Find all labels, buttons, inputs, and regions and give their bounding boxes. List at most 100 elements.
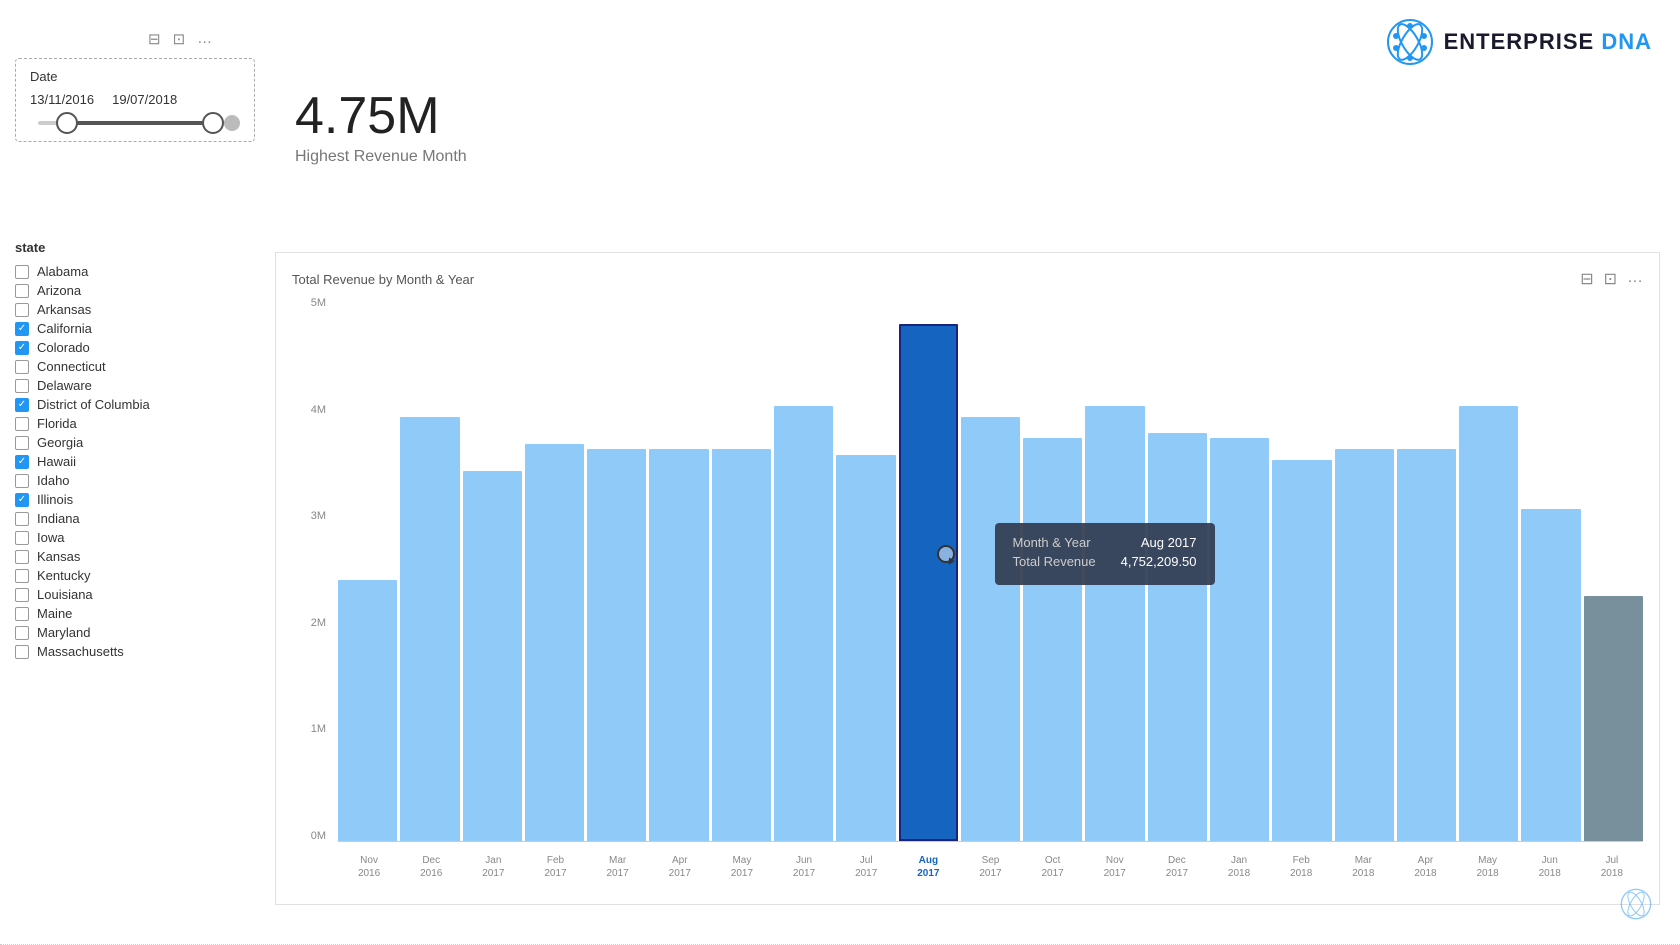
checkbox-maine[interactable] <box>15 607 29 621</box>
bar-group[interactable] <box>1210 297 1269 841</box>
state-item-maryland[interactable]: Maryland <box>15 624 255 641</box>
bar-Jun-2017[interactable] <box>774 406 833 841</box>
chart-title: Total Revenue by Month & Year <box>292 272 474 287</box>
checkbox-indiana[interactable] <box>15 512 29 526</box>
state-item-kentucky[interactable]: Kentucky <box>15 567 255 584</box>
bar-group[interactable] <box>961 297 1020 841</box>
filter-toolbar: ⊟ ⊡ … <box>148 30 212 48</box>
bar-Feb-2018[interactable] <box>1272 460 1331 841</box>
bar-May-2018[interactable] <box>1459 406 1518 841</box>
checkbox-maryland[interactable] <box>15 626 29 640</box>
checkbox-idaho[interactable] <box>15 474 29 488</box>
bar-group[interactable] <box>338 297 397 841</box>
bar-Jun-2018[interactable] <box>1521 509 1580 841</box>
slider-thumb-right[interactable] <box>202 112 224 134</box>
bar-group[interactable] <box>463 297 522 841</box>
slider-thumb-left[interactable] <box>56 112 78 134</box>
state-item-indiana[interactable]: Indiana <box>15 510 255 527</box>
bar-Dec-2017[interactable] <box>1148 433 1207 841</box>
bar-group[interactable] <box>1085 297 1144 841</box>
bar-group[interactable] <box>899 297 958 841</box>
checkbox-iowa[interactable] <box>15 531 29 545</box>
state-item-colorado[interactable]: Colorado <box>15 339 255 356</box>
checkbox-delaware[interactable] <box>15 379 29 393</box>
bar-Nov-2017[interactable] <box>1085 406 1144 841</box>
chart-filter-icon[interactable]: ⊟ <box>1580 269 1593 289</box>
more-icon[interactable]: … <box>197 30 212 48</box>
bar-group[interactable] <box>1148 297 1207 841</box>
bar-Mar-2017[interactable] <box>587 449 646 841</box>
state-item-arkansas[interactable]: Arkansas <box>15 301 255 318</box>
bar-Mar-2018[interactable] <box>1335 449 1394 841</box>
state-item-iowa[interactable]: Iowa <box>15 529 255 546</box>
checkbox-arizona[interactable] <box>15 284 29 298</box>
state-item-massachusetts[interactable]: Massachusetts <box>15 643 255 660</box>
bar-group[interactable] <box>1397 297 1456 841</box>
bar-Sep-2017[interactable] <box>961 417 1020 841</box>
state-item-georgia[interactable]: Georgia <box>15 434 255 451</box>
state-item-maine[interactable]: Maine <box>15 605 255 622</box>
bar-Apr-2018[interactable] <box>1397 449 1456 841</box>
checkbox-district-of-columbia[interactable] <box>15 398 29 412</box>
state-item-louisiana[interactable]: Louisiana <box>15 586 255 603</box>
bar-group[interactable] <box>1459 297 1518 841</box>
state-item-california[interactable]: California <box>15 320 255 337</box>
checkbox-colorado[interactable] <box>15 341 29 355</box>
bar-Jan-2018[interactable] <box>1210 438 1269 841</box>
state-label: Louisiana <box>37 587 93 602</box>
bars-area[interactable] <box>338 297 1643 842</box>
metric-label: Highest Revenue Month <box>295 148 467 166</box>
bar-Jan-2017[interactable] <box>463 471 522 841</box>
bar-group[interactable] <box>525 297 584 841</box>
state-list: Alabama Arizona Arkansas California Colorado… <box>15 263 255 660</box>
bar-May-2017[interactable] <box>712 449 771 841</box>
chart-export-icon[interactable]: ⊡ <box>1604 269 1617 289</box>
state-item-district-of-columbia[interactable]: District of Columbia <box>15 396 255 413</box>
state-item-connecticut[interactable]: Connecticut <box>15 358 255 375</box>
bar-Oct-2017[interactable] <box>1023 438 1082 841</box>
checkbox-illinois[interactable] <box>15 493 29 507</box>
bar-Nov-2016[interactable] <box>338 580 397 841</box>
state-item-idaho[interactable]: Idaho <box>15 472 255 489</box>
bar-Apr-2017[interactable] <box>649 449 708 841</box>
chart-more-icon[interactable]: … <box>1627 269 1643 289</box>
bar-Feb-2017[interactable] <box>525 444 584 841</box>
checkbox-kentucky[interactable] <box>15 569 29 583</box>
checkbox-california[interactable] <box>15 322 29 336</box>
state-item-hawaii[interactable]: Hawaii <box>15 453 255 470</box>
bar-Jul-2017[interactable] <box>836 455 895 841</box>
bar-group[interactable] <box>1272 297 1331 841</box>
date-slider-track[interactable] <box>38 121 232 125</box>
bar-Aug-2017[interactable] <box>899 324 958 841</box>
state-item-illinois[interactable]: Illinois <box>15 491 255 508</box>
state-item-kansas[interactable]: Kansas <box>15 548 255 565</box>
bar-group[interactable] <box>1335 297 1394 841</box>
bar-group[interactable] <box>587 297 646 841</box>
state-item-alabama[interactable]: Alabama <box>15 263 255 280</box>
bar-Dec-2016[interactable] <box>400 417 459 841</box>
checkbox-connecticut[interactable] <box>15 360 29 374</box>
checkbox-florida[interactable] <box>15 417 29 431</box>
filter-icon[interactable]: ⊟ <box>148 30 161 48</box>
bar-Jul-2018[interactable] <box>1584 596 1643 841</box>
checkbox-kansas[interactable] <box>15 550 29 564</box>
state-item-arizona[interactable]: Arizona <box>15 282 255 299</box>
checkbox-massachusetts[interactable] <box>15 645 29 659</box>
bar-group[interactable] <box>712 297 771 841</box>
checkbox-arkansas[interactable] <box>15 303 29 317</box>
bar-group[interactable] <box>1023 297 1082 841</box>
checkbox-louisiana[interactable] <box>15 588 29 602</box>
checkbox-georgia[interactable] <box>15 436 29 450</box>
state-item-delaware[interactable]: Delaware <box>15 377 255 394</box>
checkbox-alabama[interactable] <box>15 265 29 279</box>
state-item-florida[interactable]: Florida <box>15 415 255 432</box>
bar-group[interactable] <box>774 297 833 841</box>
export-icon[interactable]: ⊡ <box>173 30 186 48</box>
checkbox-hawaii[interactable] <box>15 455 29 469</box>
bar-group[interactable] <box>649 297 708 841</box>
bar-group[interactable] <box>836 297 895 841</box>
bar-group[interactable] <box>400 297 459 841</box>
bar-group[interactable] <box>1584 297 1643 841</box>
state-label: District of Columbia <box>37 397 150 412</box>
bar-group[interactable] <box>1521 297 1580 841</box>
